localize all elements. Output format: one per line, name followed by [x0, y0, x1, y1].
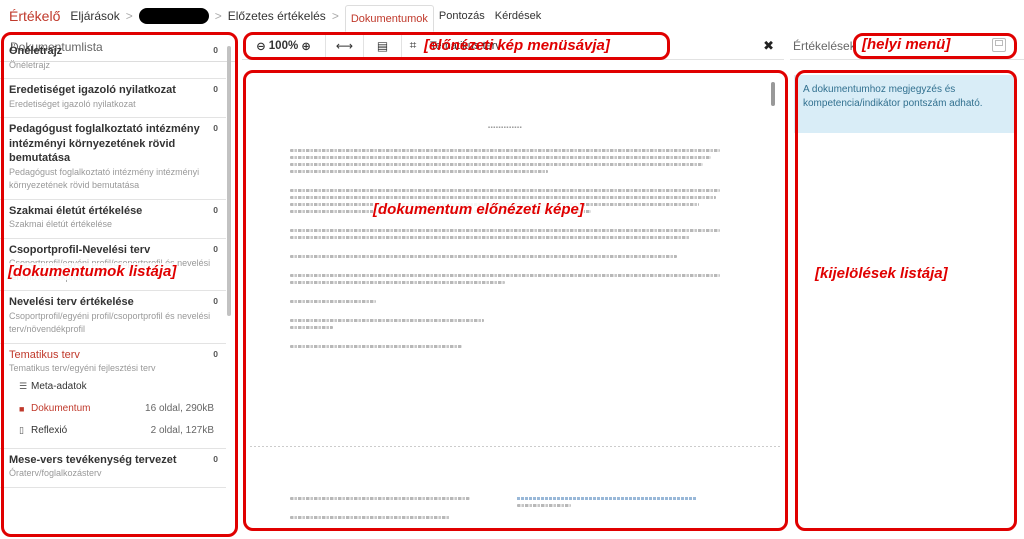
breadcrumb-separator: > [125, 9, 133, 23]
breadcrumb-procedures[interactable]: Eljárások [70, 9, 119, 23]
top-nav: Értékelő Eljárások > > Előzetes értékelé… [0, 0, 1024, 32]
redacted-breadcrumb[interactable] [138, 8, 209, 24]
annotation-box-doclist [1, 32, 238, 537]
annotation-label-marks: [kijelölések listája] [815, 265, 948, 282]
annotation-label-local-menu: [helyi menü] [862, 36, 951, 53]
annotation-label-doclist: [dokumentumok listája] [8, 263, 177, 280]
breadcrumb-separator: > [331, 9, 339, 23]
annotation-box-marks [795, 70, 1017, 531]
annotation-label-toolbar: [előnézeti kép menüsávja] [424, 37, 610, 54]
tab-documents[interactable]: Dokumentumok [344, 4, 434, 32]
tab-questions[interactable]: Kérdések [490, 3, 546, 30]
annotation-box-preview [243, 70, 788, 531]
evaluations-title: Értékelések [793, 39, 856, 53]
brand-link[interactable]: Értékelő [0, 8, 70, 24]
breadcrumb-preliminary-evaluation[interactable]: Előzetes értékelés [228, 9, 326, 23]
breadcrumb-separator: > [214, 9, 222, 23]
annotation-label-preview: [dokumentum előnézeti képe] [373, 201, 584, 218]
close-icon[interactable]: ✖ [763, 38, 774, 54]
tab-scoring[interactable]: Pontozás [434, 3, 490, 30]
